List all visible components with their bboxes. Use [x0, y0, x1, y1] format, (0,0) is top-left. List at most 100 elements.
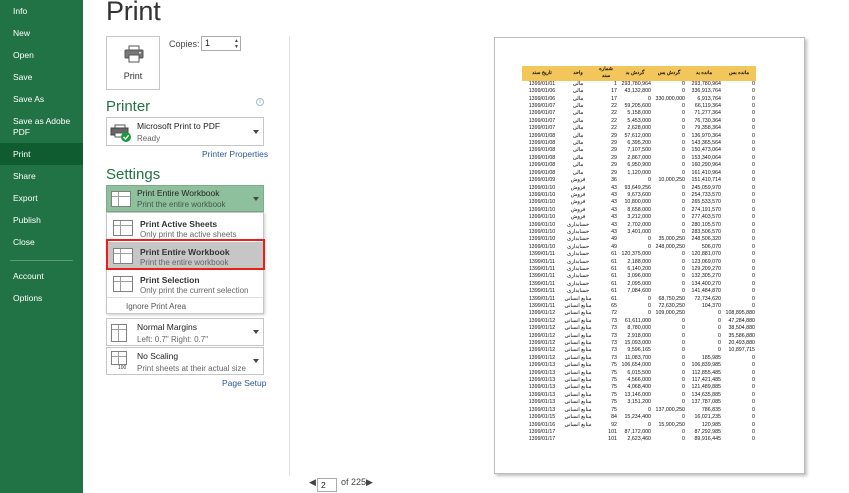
preview-cell: مالی	[572, 80, 584, 87]
scaling-dropdown[interactable]: 100 No Scaling Print sheets at their act…	[106, 347, 264, 375]
nav-item-save-as-adobe-pdf[interactable]: Save as Adobe PDF	[0, 116, 80, 138]
nav-item-account[interactable]: Account	[0, 271, 83, 282]
preview-cell: 265,533,570	[691, 199, 721, 206]
preview-cell: 73	[611, 332, 617, 339]
preview-cell: 1399/01/12	[528, 347, 556, 354]
preview-cell: 20,493,880	[728, 340, 755, 347]
preview-cell: 0	[752, 110, 755, 117]
menu-item-print-selection[interactable]: Print Selection Only print the current s…	[107, 270, 263, 298]
page-setup-link[interactable]: Page Setup	[222, 378, 266, 388]
nav-item-new[interactable]: New	[0, 28, 83, 39]
nav-item-print[interactable]: Print	[0, 143, 83, 165]
preview-cell: 89,916,445	[694, 436, 721, 443]
preview-row: 1399/01/11 حسابداری 61 6,140,200 0 129,209,27…	[522, 266, 756, 273]
preview-cell: 15,900,250	[658, 421, 685, 428]
preview-cell: 2,188,000	[627, 258, 651, 265]
copies-input[interactable]: 1 ▲ ▼	[201, 36, 241, 51]
preview-cell: 79,358,364	[694, 125, 721, 132]
preview-header-cell: واحد	[562, 66, 594, 81]
printer-properties-link[interactable]: Printer Properties	[202, 149, 268, 159]
preview-cell: 36	[611, 177, 617, 184]
ignore-print-area-option[interactable]: Ignore Print Area	[126, 302, 186, 311]
info-icon[interactable]: i	[256, 98, 264, 106]
nav-item-options[interactable]: Options	[0, 293, 83, 304]
print-button[interactable]: Print	[106, 36, 160, 90]
preview-cell: حسابداری	[566, 273, 590, 280]
nav-item-save[interactable]: Save	[0, 72, 83, 83]
preview-cell: حسابداری	[566, 265, 590, 272]
preview-row: 1399/01/07 مالی 22 5,453,000 0 76,730,364 0	[522, 118, 756, 125]
printer-dropdown[interactable]: Microsoft Print to PDF Ready	[106, 117, 264, 146]
printer-name: Microsoft Print to PDF	[137, 121, 221, 131]
preview-cell: 43	[611, 191, 617, 198]
preview-cell: مالی	[572, 88, 584, 95]
preview-cell: 1399/01/13	[528, 406, 556, 413]
preview-row: 1399/01/17 101 2,623,460 0 89,916,445 0	[522, 436, 756, 443]
preview-cell: فروش	[570, 214, 586, 221]
preview-cell: 0	[682, 184, 685, 191]
preview-cell: حسابداری	[566, 228, 590, 235]
preview-cell: 1399/01/07	[528, 125, 556, 132]
preview-cell: 2,918,000	[627, 332, 651, 339]
preview-cell: 0	[752, 399, 755, 406]
preview-cell: 29	[611, 140, 617, 147]
nav-item-info[interactable]: Info	[0, 6, 83, 17]
prev-page-icon[interactable]: ◀	[309, 477, 316, 488]
chevron-down-icon	[253, 330, 259, 334]
preview-cell: 1399/01/08	[528, 169, 556, 176]
preview-cell: 1399/01/12	[528, 317, 556, 324]
preview-cell: 0	[752, 354, 755, 361]
preview-cell: 1399/01/10	[528, 214, 556, 221]
preview-row: 1399/01/10 حسابداری 43 3,401,000 0 283,506,57…	[522, 229, 756, 236]
preview-cell: 73	[611, 325, 617, 332]
margins-dropdown[interactable]: Normal Margins Left: 0.7" Right: 0.7"	[106, 318, 264, 346]
preview-cell: 0	[718, 325, 721, 332]
preview-cell: 1399/01/10	[528, 228, 556, 235]
nav-item-close[interactable]: Close	[0, 237, 83, 248]
preview-cell: فروش	[570, 199, 586, 206]
preview-row: 1399/01/13 منابع انسانی 75 106,654,000 0 106,…	[522, 362, 756, 369]
nav-item-export[interactable]: Export	[0, 193, 83, 204]
preview-cell: 43	[611, 199, 617, 206]
preview-cell: 0	[752, 214, 755, 221]
nav-item-save-as[interactable]: Save As	[0, 94, 83, 105]
preview-cell: 0	[682, 280, 685, 287]
preview-cell: 0	[752, 80, 755, 87]
preview-cell: 248,000,250	[655, 243, 685, 250]
page-number-input[interactable]: 2	[317, 478, 337, 492]
preview-cell: 0	[752, 280, 755, 287]
menu-item-print-active-sheets[interactable]: Print Active Sheets Only print the activ…	[107, 214, 263, 242]
next-page-icon[interactable]: ▶	[366, 477, 373, 488]
nav-item-open[interactable]: Open	[0, 50, 83, 61]
preview-cell: 0	[752, 391, 755, 398]
preview-cell: 4,068,400	[627, 384, 651, 391]
preview-cell: 61	[611, 251, 617, 258]
menu-divider	[107, 297, 263, 298]
preview-row: 1399/01/13 منابع انسانی 75 6,015,500 0 112,85…	[522, 370, 756, 377]
preview-cell: 0	[682, 354, 685, 361]
preview-cell: 4,566,000	[627, 377, 651, 384]
preview-cell: 57,612,000	[624, 132, 651, 139]
preview-cell: حسابداری	[566, 258, 590, 265]
preview-cell: 0	[752, 436, 755, 443]
selection-icon	[113, 276, 133, 292]
preview-cell: فروش	[570, 177, 586, 184]
preview-cell: 0	[682, 362, 685, 369]
selection-highlight	[106, 239, 265, 270]
preview-header-row: تاریخ سند واحد شماره سند گردش بد گردش بس ماند…	[522, 66, 756, 81]
preview-cell: 0	[718, 317, 721, 324]
preview-cell: 75	[611, 362, 617, 369]
preview-cell: 0	[648, 421, 651, 428]
preview-cell: 1399/01/11	[528, 280, 556, 287]
preview-cell: 161,410,964	[691, 169, 721, 176]
nav-item-publish[interactable]: Publish	[0, 215, 83, 226]
preview-cell: حسابداری	[566, 236, 590, 243]
print-what-dropdown[interactable]: Print Entire Workbook Print the entire w…	[106, 185, 264, 212]
preview-cell: 137,000,250	[655, 406, 685, 413]
nav-item-share[interactable]: Share	[0, 171, 83, 182]
preview-cell: 0	[752, 377, 755, 384]
spin-down-icon[interactable]: ▼	[234, 45, 239, 50]
print-what-subtitle: Print the entire workbook	[137, 200, 226, 209]
printer-status: Ready	[137, 134, 161, 143]
preview-cell: 1399/01/11	[528, 273, 556, 280]
